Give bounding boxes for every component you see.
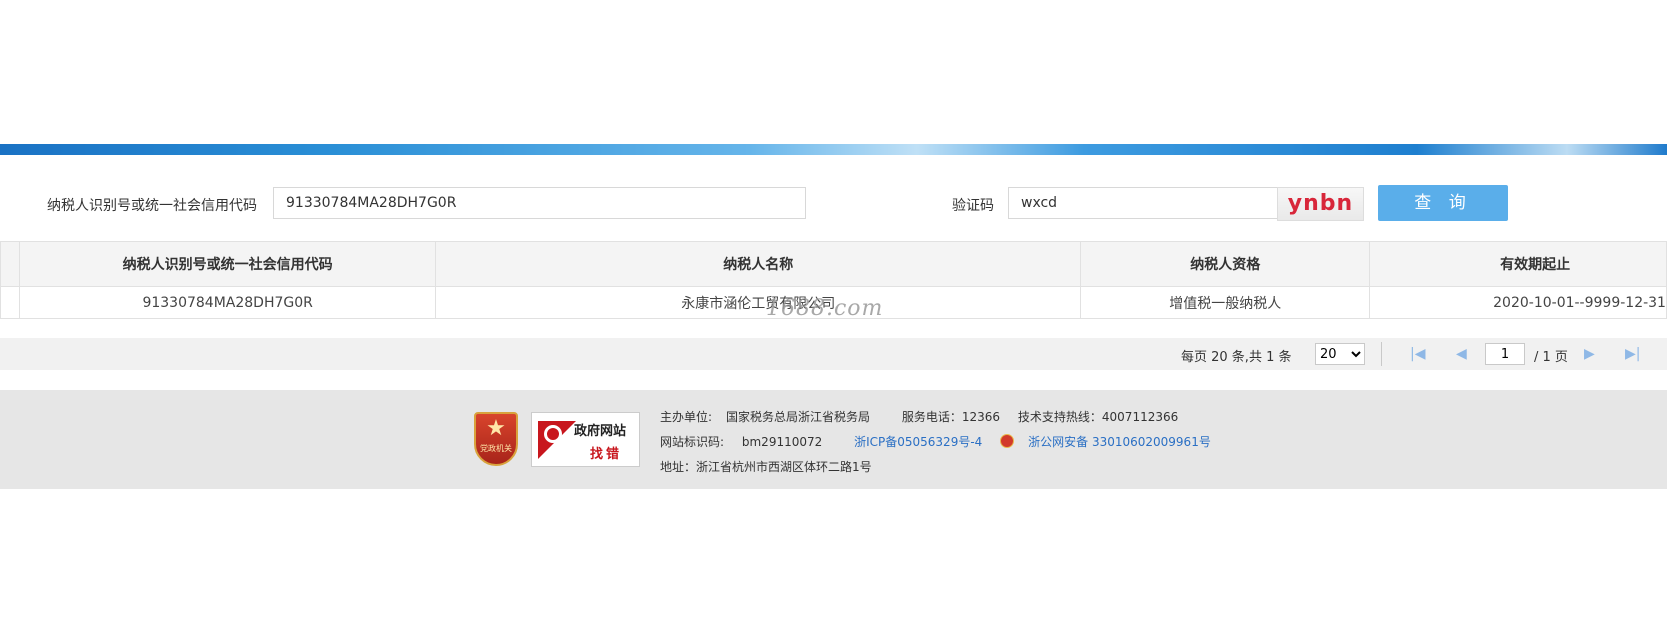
footer-line-records: 网站标识码: bm29110072 浙ICP备05056329号-4 浙公网安备…	[660, 433, 1239, 450]
gov-site-title: 政府网站	[574, 424, 627, 439]
query-button[interactable]: 查 询	[1378, 185, 1508, 221]
cell-qualification: 增值税一般纳税人	[1080, 286, 1371, 319]
column-header-qualification: 纳税人资格	[1080, 241, 1371, 287]
page-summary: 每页 20 条,共 1 条	[1181, 350, 1292, 365]
support-hotline: 技术支持热线：4007112366	[1017, 410, 1179, 424]
cell-taxpayer-name: 永康市涵伦工贸有限公司	[434, 286, 1082, 319]
host-value: 国家税务总局浙江省税务局	[726, 410, 871, 424]
party-government-emblem-icon[interactable]: ★ 党政机关	[474, 412, 518, 466]
column-header-spacer	[0, 241, 21, 287]
taxpayer-id-label: 纳税人识别号或统一社会信用代码	[47, 198, 257, 214]
cell-validity: 2020-10-01--9999-12-31	[1369, 286, 1667, 319]
site-code-label: 网站标识码:	[660, 435, 725, 449]
column-header-taxpayer-id: 纳税人识别号或统一社会信用代码	[19, 241, 436, 287]
lens-icon	[544, 425, 562, 443]
police-record-link[interactable]: 浙公网安备 33010602009961号	[1000, 434, 1225, 449]
column-header-taxpayer-name: 纳税人名称	[434, 241, 1082, 287]
taxpayer-id-input[interactable]	[273, 187, 806, 219]
pager-divider	[1381, 342, 1382, 366]
footer: ★ 党政机关 政府网站 找错 主办单位: 国家税务总局浙江省税务局 服务电话：12…	[0, 390, 1667, 489]
footer-line-address: 地址：浙江省杭州市西湖区体环二路1号	[660, 458, 886, 475]
captcha-input[interactable]	[1008, 187, 1278, 219]
prev-page-icon[interactable]: ◀	[1456, 346, 1467, 362]
gov-site-subtitle: 找错	[590, 447, 623, 462]
address: 地址：浙江省杭州市西湖区体环二路1号	[660, 460, 872, 474]
last-page-icon[interactable]: ▶|	[1625, 346, 1640, 362]
pagination: 每页 20 条,共 1 条 20 |◀ ◀ / 1 页 ▶ ▶|	[0, 338, 1667, 370]
captcha-image[interactable]: ynbn	[1277, 187, 1364, 221]
watermark: 1688.com	[766, 296, 884, 321]
footer-line-host: 主办单位: 国家税务总局浙江省税务局 服务电话：12366 技术支持热线：4007…	[660, 408, 1192, 425]
page-size-select[interactable]: 20	[1315, 343, 1365, 365]
search-form: 纳税人识别号或统一社会信用代码 验证码 ynbn 查 询	[0, 184, 1667, 224]
header-banner	[0, 144, 1667, 155]
site-code-value: bm29110072	[741, 435, 823, 449]
page-number-input[interactable]	[1485, 343, 1525, 365]
captcha-label: 验证码	[952, 198, 994, 214]
next-page-icon[interactable]: ▶	[1584, 346, 1595, 362]
column-header-validity: 有效期起止	[1369, 241, 1667, 287]
row-spacer	[0, 286, 21, 319]
icp-link[interactable]: 浙ICP备05056329号-4	[854, 435, 982, 449]
first-page-icon[interactable]: |◀	[1410, 346, 1425, 362]
total-pages: / 1 页	[1534, 350, 1568, 365]
gov-site-error-report-button[interactable]: 政府网站 找错	[531, 412, 640, 467]
emblem-caption: 党政机关	[480, 444, 512, 453]
cell-taxpayer-id: 91330784MA28DH7G0R	[19, 286, 436, 319]
police-badge-icon	[1000, 434, 1015, 448]
service-phone: 服务电话：12366	[901, 410, 1001, 424]
table-header-row: 纳税人识别号或统一社会信用代码 纳税人名称 纳税人资格 有效期起止	[0, 241, 1667, 287]
host-label: 主办单位:	[660, 410, 713, 424]
